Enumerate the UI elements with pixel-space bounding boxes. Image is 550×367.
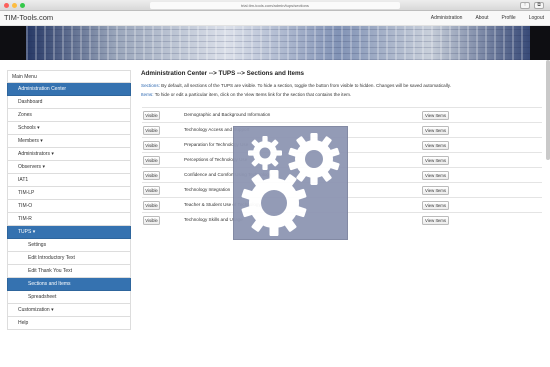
- sidebar-item-observers[interactable]: Observers ▾: [7, 161, 131, 174]
- section-name: Technology Integration: [184, 187, 231, 192]
- sections-keyword: Sections:: [141, 83, 160, 88]
- sidebar-item-administrators[interactable]: Administrators ▾: [7, 148, 131, 161]
- sidebar-item-members[interactable]: Members ▾: [7, 135, 131, 148]
- close-window-button[interactable]: [4, 3, 9, 8]
- table-row: Visible Demographic and Background Inform…: [142, 107, 542, 122]
- gears-loading-icon: [241, 133, 340, 236]
- sidebar-item-sections-and-items[interactable]: Sections and Items: [7, 278, 131, 291]
- items-text: To hide or edit a particular item, click…: [153, 92, 352, 97]
- sidebar-item-settings[interactable]: Settings: [7, 239, 131, 252]
- view-items-button[interactable]: View Items: [422, 141, 449, 150]
- site-brand[interactable]: TIM-Tools.com: [4, 13, 53, 22]
- window-controls: [4, 3, 25, 8]
- visible-toggle-button[interactable]: Visible: [143, 156, 160, 165]
- visible-toggle-button[interactable]: Visible: [143, 171, 160, 180]
- sidebar-item-edit-thank-you-text[interactable]: Edit Thank You Text: [7, 265, 131, 278]
- sidebar-item-tups[interactable]: TUPS ▾: [7, 226, 131, 239]
- sidebar-item-dashboard[interactable]: Dashboard: [7, 96, 131, 109]
- minimize-window-button[interactable]: [12, 3, 17, 8]
- page-scrollbar[interactable]: [546, 60, 550, 160]
- items-keyword: Items:: [141, 92, 154, 97]
- nav-logout[interactable]: Logout: [529, 15, 544, 21]
- sections-help-text: Sections: By default, all sections of th…: [141, 83, 542, 89]
- visible-toggle-button[interactable]: Visible: [143, 111, 160, 120]
- page-title: Administration Center --> TUPS --> Secti…: [141, 70, 305, 77]
- nav-profile[interactable]: Profile: [502, 15, 516, 21]
- top-navbar: TIM-Tools.com Administration About Profi…: [0, 11, 550, 26]
- sidebar-header: Main Menu: [7, 70, 131, 83]
- sections-text: By default, all sections of the TUPS are…: [159, 83, 452, 88]
- sidebar-item-help[interactable]: Help: [7, 317, 131, 330]
- sidebar-item-zones[interactable]: Zones: [7, 109, 131, 122]
- tabs-icon[interactable]: ⧉: [534, 2, 544, 9]
- items-help-text: Items: To hide or edit a particular item…: [141, 92, 542, 98]
- visible-toggle-button[interactable]: Visible: [143, 141, 160, 150]
- visible-toggle-button[interactable]: Visible: [143, 216, 160, 225]
- address-bar[interactable]: trial.tim-tools.com/admin/tups/sections: [150, 2, 400, 9]
- view-items-button[interactable]: View Items: [422, 156, 449, 165]
- view-items-button[interactable]: View Items: [422, 126, 449, 135]
- view-items-button[interactable]: View Items: [422, 111, 449, 120]
- visible-toggle-button[interactable]: Visible: [143, 186, 160, 195]
- share-icon[interactable]: ↑: [520, 2, 530, 9]
- header-banner: [0, 26, 550, 60]
- visible-toggle-button[interactable]: Visible: [143, 201, 160, 210]
- view-items-button[interactable]: View Items: [422, 186, 449, 195]
- sidebar-item-spreadsheet[interactable]: Spreadsheet: [7, 291, 131, 304]
- sidebar-item-tim-o[interactable]: TIM-O: [7, 200, 131, 213]
- visible-toggle-button[interactable]: Visible: [143, 126, 160, 135]
- sidebar-item-tim-lp[interactable]: TIM-LP: [7, 187, 131, 200]
- nav-links: Administration About Profile Logout: [431, 15, 544, 21]
- sidebar-item-administration-center[interactable]: Administration Center: [7, 83, 131, 96]
- sidebar-item-schools[interactable]: Schools ▾: [7, 122, 131, 135]
- nav-administration[interactable]: Administration: [431, 15, 463, 21]
- main-content: Administration Center --> TUPS --> Secti…: [138, 70, 542, 225]
- maximize-window-button[interactable]: [20, 3, 25, 8]
- sidebar-item-edit-introductory-text[interactable]: Edit Introductory Text: [7, 252, 131, 265]
- browser-window: trial.tim-tools.com/admin/tups/sections …: [0, 0, 550, 367]
- section-name: Demographic and Background Information: [184, 112, 271, 117]
- view-items-button[interactable]: View Items: [422, 201, 449, 210]
- banner-image: [26, 26, 530, 60]
- view-items-button[interactable]: View Items: [422, 216, 449, 225]
- loading-overlay: [233, 126, 348, 240]
- browser-toolbar: trial.tim-tools.com/admin/tups/sections …: [0, 0, 550, 11]
- sidebar-item-iat1[interactable]: IAT1: [7, 174, 131, 187]
- nav-about[interactable]: About: [475, 15, 488, 21]
- sidebar-menu: Main Menu Administration Center Dashboar…: [7, 70, 131, 330]
- sidebar-item-customization[interactable]: Customization ▾: [7, 304, 131, 317]
- sidebar-item-tim-r[interactable]: TIM-R: [7, 213, 131, 226]
- view-items-button[interactable]: View Items: [422, 171, 449, 180]
